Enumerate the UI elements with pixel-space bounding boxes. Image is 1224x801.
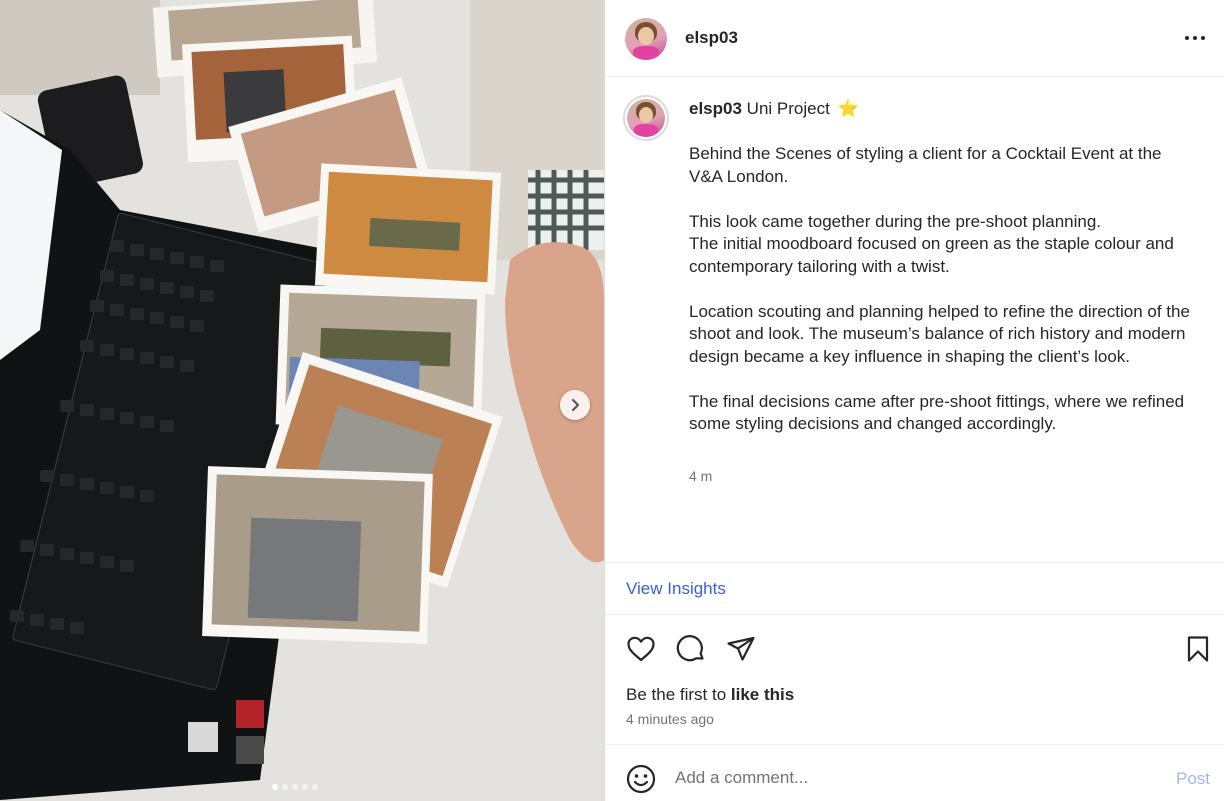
emoji-smile-icon bbox=[626, 764, 656, 794]
post-photo bbox=[0, 0, 604, 801]
caption-paragraph: Behind the Scenes of styling a client fo… bbox=[689, 144, 1162, 186]
comment-bubble-icon bbox=[676, 635, 704, 662]
comment-input[interactable] bbox=[675, 765, 1155, 791]
more-options-button[interactable] bbox=[1183, 28, 1207, 48]
caption-section: elsp03 Uni Project ⭐ Behind the Scenes o… bbox=[605, 77, 1224, 562]
post-username[interactable]: elsp03 bbox=[685, 28, 738, 48]
post-panel: elsp03 elsp03 Uni Project ⭐ Behind the S… bbox=[604, 0, 1224, 801]
carousel-indicator bbox=[272, 784, 318, 790]
bookmark-icon bbox=[1187, 636, 1209, 662]
carousel-dot bbox=[302, 784, 308, 790]
chevron-right-icon bbox=[571, 398, 580, 412]
emoji-button[interactable] bbox=[625, 763, 657, 795]
caption-timestamp[interactable]: 4 m bbox=[689, 468, 712, 484]
carousel-dot bbox=[292, 784, 298, 790]
post-header: elsp03 bbox=[605, 0, 1224, 77]
carousel-dot bbox=[312, 784, 318, 790]
paper-plane-icon bbox=[727, 636, 755, 661]
heart-icon bbox=[627, 636, 655, 662]
carousel-dot bbox=[282, 784, 288, 790]
avatar bbox=[627, 99, 665, 137]
caption-paragraph: This look came together during the pre-s… bbox=[689, 211, 1174, 276]
caption-paragraph: Location scouting and planning helped to… bbox=[689, 301, 1190, 366]
view-insights-link[interactable]: View Insights bbox=[626, 579, 726, 599]
carousel-next-button[interactable] bbox=[560, 390, 590, 420]
star-emoji: ⭐ bbox=[837, 99, 859, 118]
save-button[interactable] bbox=[1182, 633, 1214, 665]
carousel-dot bbox=[272, 784, 278, 790]
action-bar bbox=[605, 615, 1224, 685]
like-button[interactable] bbox=[625, 633, 657, 665]
likes-summary: Be the first to like this bbox=[626, 685, 794, 705]
avatar[interactable] bbox=[625, 18, 667, 60]
comment-button[interactable] bbox=[675, 633, 707, 665]
likes-prefix: Be the first to bbox=[626, 685, 731, 704]
more-options-icon bbox=[1185, 36, 1205, 40]
like-this-link[interactable]: like this bbox=[731, 685, 794, 704]
caption-paragraph: The final decisions came after pre-shoot… bbox=[689, 391, 1185, 434]
insights-bar: View Insights bbox=[605, 562, 1224, 615]
post-media[interactable] bbox=[0, 0, 604, 801]
comment-bar: Post bbox=[605, 744, 1224, 801]
post-comment-button[interactable]: Post bbox=[1176, 769, 1210, 789]
caption-text: Behind the Scenes of styling a client fo… bbox=[689, 143, 1199, 436]
caption-username[interactable]: elsp03 bbox=[689, 99, 742, 118]
caption-title: Uni Project bbox=[746, 99, 830, 118]
caption-header: elsp03 Uni Project ⭐ bbox=[689, 99, 859, 119]
caption-avatar[interactable] bbox=[623, 95, 669, 141]
share-button[interactable] bbox=[725, 633, 757, 665]
post-timestamp[interactable]: 4 minutes ago bbox=[626, 711, 714, 727]
